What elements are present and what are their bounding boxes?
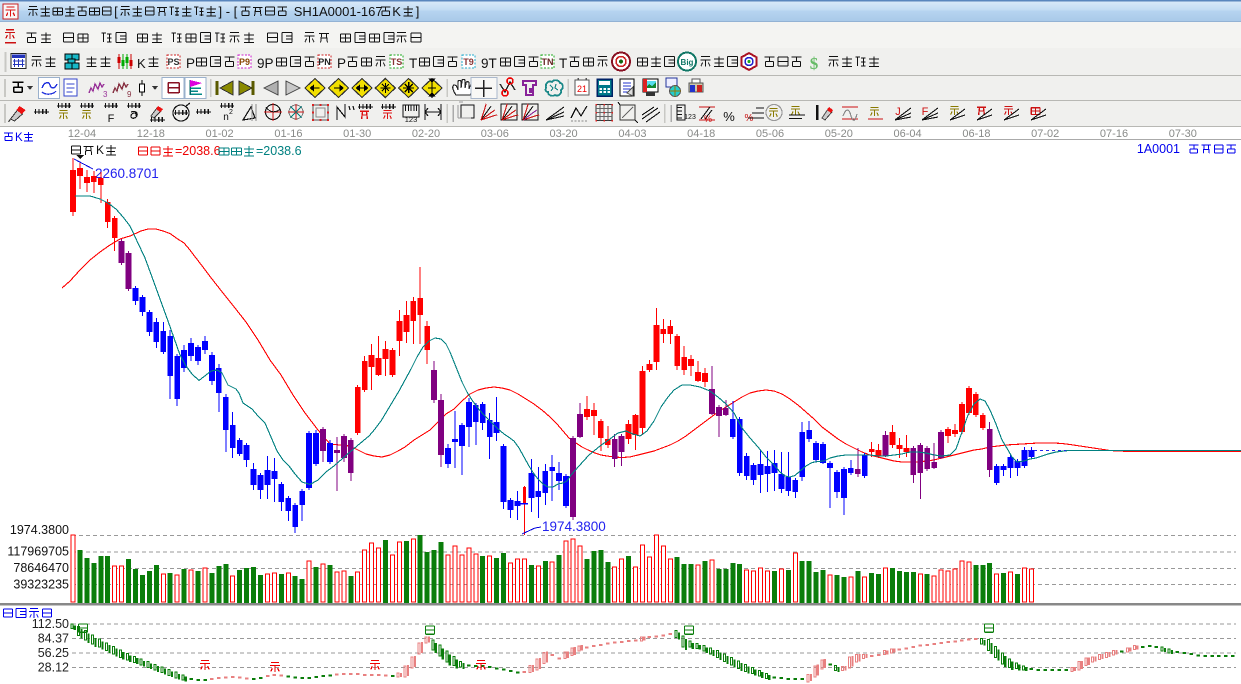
svg-text:07-16: 07-16	[1100, 128, 1128, 140]
svg-text:02-20: 02-20	[412, 128, 440, 140]
svg-text:=2038.6: =2038.6	[175, 144, 221, 158]
svg-text:39323235: 39323235	[13, 578, 69, 592]
svg-text:] - [: ] - [	[219, 4, 238, 19]
svg-text:84.37: 84.37	[38, 631, 69, 645]
svg-text:Big: Big	[681, 58, 694, 67]
svg-text:K: K	[392, 4, 401, 19]
svg-text:05-20: 05-20	[825, 128, 853, 140]
svg-text:]: ]	[416, 4, 420, 19]
svg-text:T: T	[409, 56, 417, 71]
svg-text:03-20: 03-20	[550, 128, 578, 140]
svg-text:K: K	[96, 143, 104, 157]
svg-text:2: 2	[229, 109, 233, 116]
svg-text:P: P	[337, 56, 346, 71]
svg-text:2260.8701: 2260.8701	[95, 166, 159, 181]
svg-text:05-06: 05-06	[756, 128, 784, 140]
svg-text:112.50: 112.50	[32, 617, 69, 631]
svg-text:P9: P9	[239, 57, 250, 67]
svg-text:T9: T9	[463, 57, 474, 67]
svg-text:$: $	[810, 54, 819, 73]
svg-text:06-18: 06-18	[962, 128, 990, 140]
svg-text:K: K	[137, 56, 146, 71]
svg-text:SH1A0001-167: SH1A0001-167	[294, 4, 383, 19]
svg-text:21: 21	[577, 84, 587, 94]
svg-text:=2038.6: =2038.6	[256, 144, 302, 158]
svg-text:PS: PS	[167, 57, 179, 67]
svg-text:P: P	[186, 56, 195, 71]
svg-text:03-06: 03-06	[481, 128, 509, 140]
svg-text:01-02: 01-02	[206, 128, 234, 140]
svg-text:K: K	[15, 132, 23, 144]
svg-text:07-02: 07-02	[1031, 128, 1059, 140]
svg-text:28.12: 28.12	[38, 660, 69, 674]
svg-text:TS: TS	[391, 57, 403, 67]
svg-text:06-04: 06-04	[894, 128, 922, 140]
svg-text:07-30: 07-30	[1169, 128, 1197, 140]
svg-text:123: 123	[684, 114, 696, 121]
svg-text:04-03: 04-03	[618, 128, 646, 140]
svg-text:3: 3	[103, 90, 108, 99]
svg-text:01-30: 01-30	[343, 128, 371, 140]
svg-text:PN: PN	[318, 57, 331, 67]
svg-text:n: n	[223, 112, 229, 123]
svg-text:117969705: 117969705	[7, 545, 69, 559]
svg-text:9: 9	[127, 90, 132, 99]
svg-text:T: T	[559, 56, 567, 71]
svg-text:F: F	[108, 113, 115, 125]
svg-text:123: 123	[405, 115, 418, 124]
svg-text:12-04: 12-04	[68, 128, 96, 140]
svg-text:%: %	[704, 114, 712, 124]
svg-text:TN: TN	[542, 57, 554, 67]
svg-text:9P: 9P	[257, 56, 274, 71]
svg-text:12-18: 12-18	[137, 128, 165, 140]
svg-text:1A0001: 1A0001	[1137, 142, 1180, 156]
svg-text:%: %	[723, 109, 735, 124]
svg-text:78646470: 78646470	[13, 561, 69, 575]
svg-text:56.25: 56.25	[38, 646, 69, 660]
svg-text:1974.3800: 1974.3800	[10, 523, 69, 537]
svg-text:9T: 9T	[481, 56, 497, 71]
svg-text:1974.3800: 1974.3800	[542, 519, 606, 534]
svg-text:[: [	[114, 4, 118, 19]
svg-text:04-18: 04-18	[687, 128, 715, 140]
svg-text:01-16: 01-16	[274, 128, 302, 140]
